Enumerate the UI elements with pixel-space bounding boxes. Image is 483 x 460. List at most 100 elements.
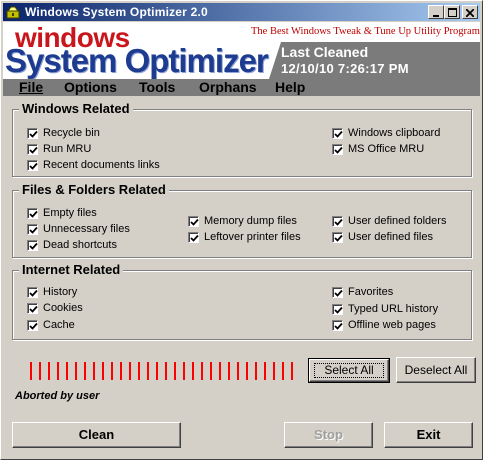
checkbox-label: User defined files bbox=[348, 231, 433, 243]
tagline: The Best Windows Tweak & Tune Up Utility… bbox=[251, 26, 480, 37]
stop-button[interactable]: Stop bbox=[284, 422, 373, 448]
progress-tick bbox=[174, 362, 176, 380]
checkbox-box[interactable] bbox=[27, 144, 38, 155]
group-files-folders-related: Files & Folders Related Empty files Unne… bbox=[12, 182, 472, 258]
checkmark-icon bbox=[334, 218, 343, 226]
checkbox-label: Dead shortcuts bbox=[43, 239, 117, 251]
group-internet-related: Internet Related History Cookies Cache F… bbox=[12, 262, 472, 340]
progress-tick bbox=[147, 362, 149, 380]
menu-orphans[interactable]: Orphans bbox=[199, 79, 257, 96]
checkbox-box[interactable] bbox=[27, 303, 38, 314]
exit-label: Exit bbox=[416, 427, 441, 442]
progress-tick bbox=[39, 362, 41, 380]
group-title-files: Files & Folders Related bbox=[19, 182, 169, 198]
maximize-button[interactable] bbox=[444, 5, 460, 19]
checkbox-box[interactable] bbox=[27, 240, 38, 251]
select-all-button[interactable]: Select All bbox=[308, 358, 390, 383]
progress-tick bbox=[210, 362, 212, 380]
progress-tick bbox=[192, 362, 194, 380]
checkbox-label: Empty files bbox=[43, 207, 97, 219]
group-title-windows: Windows Related bbox=[19, 101, 133, 117]
checkbox-box[interactable] bbox=[188, 216, 199, 227]
window-title: Windows System Optimizer 2.0 bbox=[25, 5, 208, 19]
progress-tick bbox=[111, 362, 113, 380]
checkbox-box[interactable] bbox=[27, 287, 38, 298]
checkbox-box[interactable] bbox=[188, 232, 199, 243]
checkbox-box[interactable] bbox=[332, 287, 343, 298]
progress-tick bbox=[228, 362, 230, 380]
progress-tick bbox=[165, 362, 167, 380]
progress-tick bbox=[237, 362, 239, 380]
checkmark-icon bbox=[29, 162, 38, 170]
close-icon bbox=[465, 8, 475, 18]
progress-tick bbox=[57, 362, 59, 380]
checkmark-icon bbox=[334, 306, 343, 314]
checkmark-icon bbox=[190, 218, 199, 226]
checkmark-icon bbox=[29, 289, 38, 297]
checkmark-icon bbox=[29, 322, 38, 330]
checkbox-box[interactable] bbox=[27, 128, 38, 139]
banner: windows System Optimizer The Best Window… bbox=[3, 22, 480, 79]
group-windows-related: Windows Related Recycle bin Run MRU Rece… bbox=[12, 101, 472, 177]
checkbox-label: Typed URL history bbox=[348, 303, 439, 315]
menu-help[interactable]: Help bbox=[275, 79, 305, 96]
progress-tick bbox=[93, 362, 95, 380]
checkbox-box[interactable] bbox=[27, 320, 38, 331]
checkbox-box[interactable] bbox=[332, 232, 343, 243]
last-cleaned-panel: Last Cleaned 12/10/10 7:26:17 PM bbox=[269, 42, 480, 79]
checkbox-label: Windows clipboard bbox=[348, 127, 441, 139]
checkmark-icon bbox=[190, 234, 199, 242]
checkmark-icon bbox=[29, 210, 38, 218]
checkmark-icon bbox=[334, 289, 343, 297]
checkbox-label: Cookies bbox=[43, 302, 83, 314]
checkbox-box[interactable] bbox=[332, 320, 343, 331]
checkbox-label: MS Office MRU bbox=[348, 143, 425, 155]
deselect-all-label: Deselect All bbox=[404, 363, 468, 377]
progress-tick bbox=[282, 362, 284, 380]
minimize-button[interactable] bbox=[428, 5, 444, 19]
checkbox-box[interactable] bbox=[332, 128, 343, 139]
checkmark-icon bbox=[334, 322, 343, 330]
close-button[interactable] bbox=[462, 5, 478, 19]
checkbox-label: Leftover printer files bbox=[204, 231, 301, 243]
deselect-all-button[interactable]: Deselect All bbox=[396, 357, 476, 383]
checkbox-box[interactable] bbox=[27, 208, 38, 219]
last-cleaned-title: Last Cleaned bbox=[281, 44, 369, 60]
menu-tools[interactable]: Tools bbox=[139, 79, 175, 96]
checkbox-box[interactable] bbox=[27, 224, 38, 235]
checkbox-box[interactable] bbox=[332, 304, 343, 315]
menu-options[interactable]: Options bbox=[64, 79, 117, 96]
checkmark-icon bbox=[29, 226, 38, 234]
checkmark-icon bbox=[29, 130, 38, 138]
checkbox-box[interactable] bbox=[27, 160, 38, 171]
menu-file[interactable]: File bbox=[19, 79, 43, 96]
checkbox-box[interactable] bbox=[332, 144, 343, 155]
checkbox-label: Unnecessary files bbox=[43, 223, 130, 235]
app-window: Windows System Optimizer 2.0 windows Sys… bbox=[0, 0, 483, 460]
last-cleaned-date: 12/10/10 7:26:17 PM bbox=[281, 61, 409, 76]
app-icon bbox=[6, 6, 20, 19]
progress-tick bbox=[219, 362, 221, 380]
progress-tick bbox=[156, 362, 158, 380]
checkbox-label: Favorites bbox=[348, 286, 394, 298]
checkbox-label: History bbox=[43, 286, 78, 298]
checkmark-icon bbox=[334, 234, 343, 242]
checkbox-label: Offline web pages bbox=[348, 319, 436, 331]
title-bar[interactable]: Windows System Optimizer 2.0 bbox=[3, 3, 480, 21]
progress-tick bbox=[291, 362, 293, 380]
checkbox-box[interactable] bbox=[332, 216, 343, 227]
progress-tick bbox=[48, 362, 50, 380]
exit-button[interactable]: Exit bbox=[384, 422, 473, 448]
checkbox-label: Run MRU bbox=[43, 143, 92, 155]
checkbox-label: User defined folders bbox=[348, 215, 447, 227]
checkbox-label: Recent documents links bbox=[43, 159, 160, 171]
clean-button[interactable]: Clean bbox=[12, 422, 181, 448]
status-message: Aborted by user bbox=[15, 390, 100, 402]
progress-tick bbox=[84, 362, 86, 380]
progress-tick bbox=[120, 362, 122, 380]
progress-tick bbox=[201, 362, 203, 380]
progress-tick bbox=[246, 362, 248, 380]
progress-tick bbox=[255, 362, 257, 380]
checkmark-icon bbox=[334, 146, 343, 154]
progress-tick bbox=[138, 362, 140, 380]
